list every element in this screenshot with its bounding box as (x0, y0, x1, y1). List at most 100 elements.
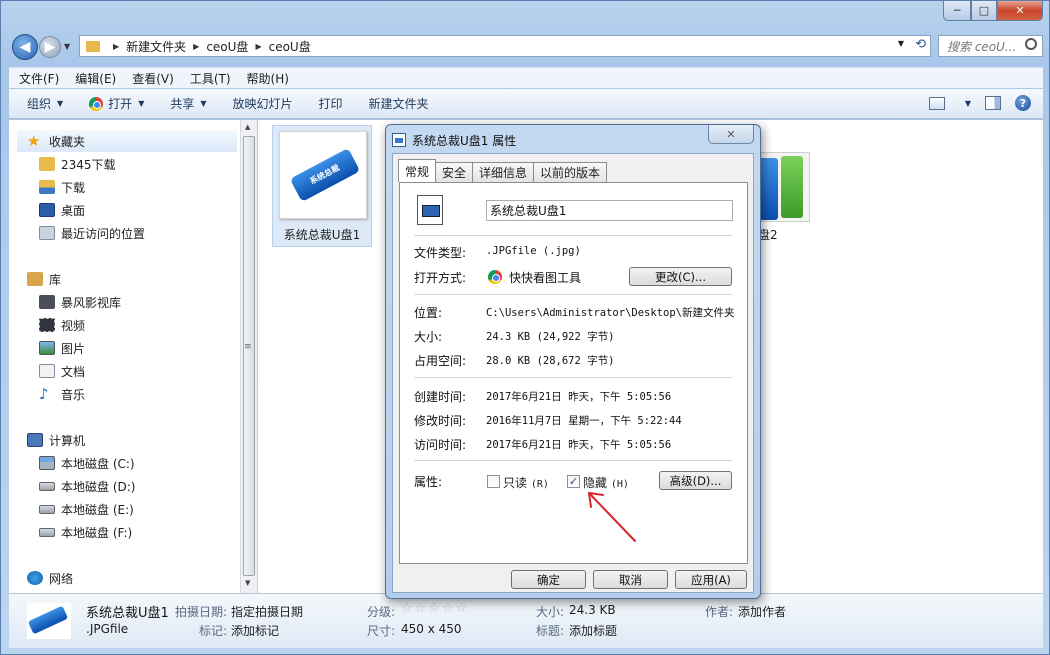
nav-item-recent-places[interactable]: 最近访问的位置 (39, 222, 145, 244)
refresh-icon[interactable]: ⟲ (915, 37, 926, 52)
tags-label: 标记: (199, 624, 228, 638)
help-icon[interactable]: ? (1015, 95, 1031, 111)
nav-label: 音乐 (61, 387, 86, 402)
dialog-body: 常规 安全 详细信息 以前的版本 文件类型: .JPGfile (.jpg) 打… (392, 153, 754, 593)
nav-item-drive-d[interactable]: 本地磁盘 (D:) (39, 475, 135, 497)
cancel-button[interactable]: 取消 (593, 570, 668, 589)
nav-item-drive-e[interactable]: 本地磁盘 (E:) (39, 498, 134, 520)
divider (414, 377, 732, 378)
menu-edit[interactable]: 编辑(E) (75, 70, 116, 87)
scroll-up-icon[interactable]: ▲ (245, 123, 250, 131)
nav-libraries[interactable]: 库 (27, 268, 61, 290)
desktop-icon (39, 203, 55, 217)
breadcrumb-item[interactable]: 新建文件夹 (126, 38, 186, 55)
nav-item-drive-c[interactable]: 本地磁盘 (C:) (39, 452, 135, 474)
tab-security[interactable]: 安全 (435, 162, 474, 182)
apply-button[interactable]: 应用(A) (675, 570, 747, 589)
nav-item-documents[interactable]: 文档 (39, 360, 85, 382)
search-placeholder: 搜索 ceoU... (947, 39, 1017, 54)
forward-button[interactable]: ▶ (39, 36, 61, 58)
chevron-right-icon[interactable]: ▶ (255, 42, 261, 51)
annotation-arrow (588, 492, 636, 542)
share-button[interactable]: 共享 ▼ (170, 95, 206, 112)
address-dropdown[interactable]: ▼ (898, 39, 904, 48)
nav-label: 本地磁盘 (C:) (61, 456, 135, 471)
share-label: 共享 (170, 97, 195, 111)
browser-app-icon (89, 96, 104, 111)
file-type-value: .JPGfile (.jpg) (486, 245, 581, 257)
minimize-button[interactable]: ─ (943, 1, 971, 21)
readonly-label[interactable]: 只读 (R) (503, 474, 549, 491)
nav-item-pictures[interactable]: 图片 (39, 337, 85, 359)
nav-label: 最近访问的位置 (61, 226, 146, 241)
film-icon (39, 318, 55, 332)
scroll-thumb[interactable] (243, 136, 255, 576)
recent-pages-dropdown[interactable]: ▼ (64, 42, 70, 51)
system-drive-icon (39, 456, 55, 470)
change-view-icon[interactable] (928, 96, 945, 110)
recent-places-icon (39, 226, 55, 240)
slideshow-button[interactable]: 放映幻灯片 (233, 95, 293, 112)
menu-view[interactable]: 查看(V) (132, 70, 174, 87)
tags-value[interactable]: 添加标记 (231, 622, 279, 639)
search-input[interactable]: 搜索 ceoU... (938, 35, 1043, 57)
menu-file[interactable]: 文件(F) (19, 70, 59, 87)
open-button[interactable]: 打开 ▼ (89, 95, 144, 112)
tab-previous-versions[interactable]: 以前的版本 (533, 162, 608, 182)
title-value[interactable]: 添加标题 (569, 622, 617, 639)
change-button[interactable]: 更改(C)... (629, 267, 732, 286)
breadcrumb-item[interactable]: ceoU盘 (206, 38, 248, 55)
tab-general[interactable]: 常规 (398, 159, 437, 182)
created-label: 创建时间: (414, 390, 467, 404)
chevron-right-icon[interactable]: ▶ (113, 42, 119, 51)
date-taken-value[interactable]: 指定拍摄日期 (231, 603, 303, 620)
tab-strip: 常规 安全 详细信息 以前的版本 (398, 159, 608, 182)
organize-button[interactable]: 组织 ▼ (27, 95, 63, 112)
menu-help[interactable]: 帮助(H) (247, 70, 289, 87)
advanced-button[interactable]: 高级(D)... (659, 471, 732, 490)
nav-item-desktop[interactable]: 桌面 (39, 199, 85, 221)
nav-label: 本地磁盘 (D:) (61, 479, 136, 494)
file-name-field[interactable] (486, 200, 733, 221)
ok-button[interactable]: 确定 (511, 570, 586, 589)
menu-tools[interactable]: 工具(T) (190, 70, 231, 87)
nav-item-2345-downloads[interactable]: 2345下载 (39, 153, 116, 175)
open-with-value: 快快看图工具 (509, 271, 582, 285)
folder-icon (39, 157, 55, 171)
address-bar[interactable]: ▶ 新建文件夹 ▶ ceoU盘 ▶ ceoU盘 ▼ ⟲ (79, 35, 931, 57)
nav-label: 图片 (61, 341, 86, 356)
nav-item-storm-video-library[interactable]: 暴风影视库 (39, 291, 121, 313)
maximize-button[interactable]: □ (971, 1, 997, 21)
file-item[interactable]: 系统总裁 系统总裁U盘1 (272, 125, 372, 247)
search-icon[interactable] (1025, 38, 1037, 50)
caret-down-icon[interactable]: ▼ (965, 99, 971, 108)
nav-label: 暴风影视库 (61, 295, 122, 310)
author-value[interactable]: 添加作者 (738, 603, 786, 620)
nav-favorites[interactable]: ★ 收藏夹 (17, 130, 237, 152)
print-button[interactable]: 打印 (319, 95, 343, 112)
nav-item-drive-f[interactable]: 本地磁盘 (F:) (39, 521, 132, 543)
dialog-close-button[interactable]: ✕ (708, 125, 754, 144)
scroll-down-icon[interactable]: ▼ (245, 579, 250, 587)
readonly-checkbox[interactable] (487, 475, 500, 488)
new-folder-button[interactable]: 新建文件夹 (369, 95, 429, 112)
nav-scrollbar[interactable]: ▲ ≡ ▼ (240, 120, 257, 593)
close-button[interactable]: ✕ (997, 1, 1043, 21)
details-file-name: 系统总裁U盘1 (86, 606, 169, 621)
nav-network[interactable]: 网络 (27, 567, 73, 589)
back-button[interactable]: ◀ (12, 34, 38, 60)
nav-item-videos[interactable]: 视频 (39, 314, 85, 336)
preview-pane-icon[interactable] (985, 96, 1001, 110)
nav-computer[interactable]: 计算机 (27, 429, 85, 451)
tab-details[interactable]: 详细信息 (472, 162, 535, 182)
nav-item-downloads[interactable]: 下载 (39, 176, 85, 198)
viewer-app-icon (488, 270, 502, 284)
nav-item-music[interactable]: ♪ 音乐 (39, 383, 85, 405)
properties-dialog: 系统总裁U盘1 属性 ✕ 常规 安全 详细信息 以前的版本 文件类型: .JPG… (385, 124, 761, 599)
breadcrumb-item[interactable]: ceoU盘 (269, 38, 311, 55)
drive-icon (39, 481, 55, 491)
file-item[interactable] (753, 152, 810, 222)
chevron-right-icon[interactable]: ▶ (193, 42, 199, 51)
rating-stars[interactable]: ☆☆☆☆☆ (401, 601, 469, 616)
accessed-value: 2017年6月21日 昨天，下午 5:05:56 (486, 439, 672, 451)
